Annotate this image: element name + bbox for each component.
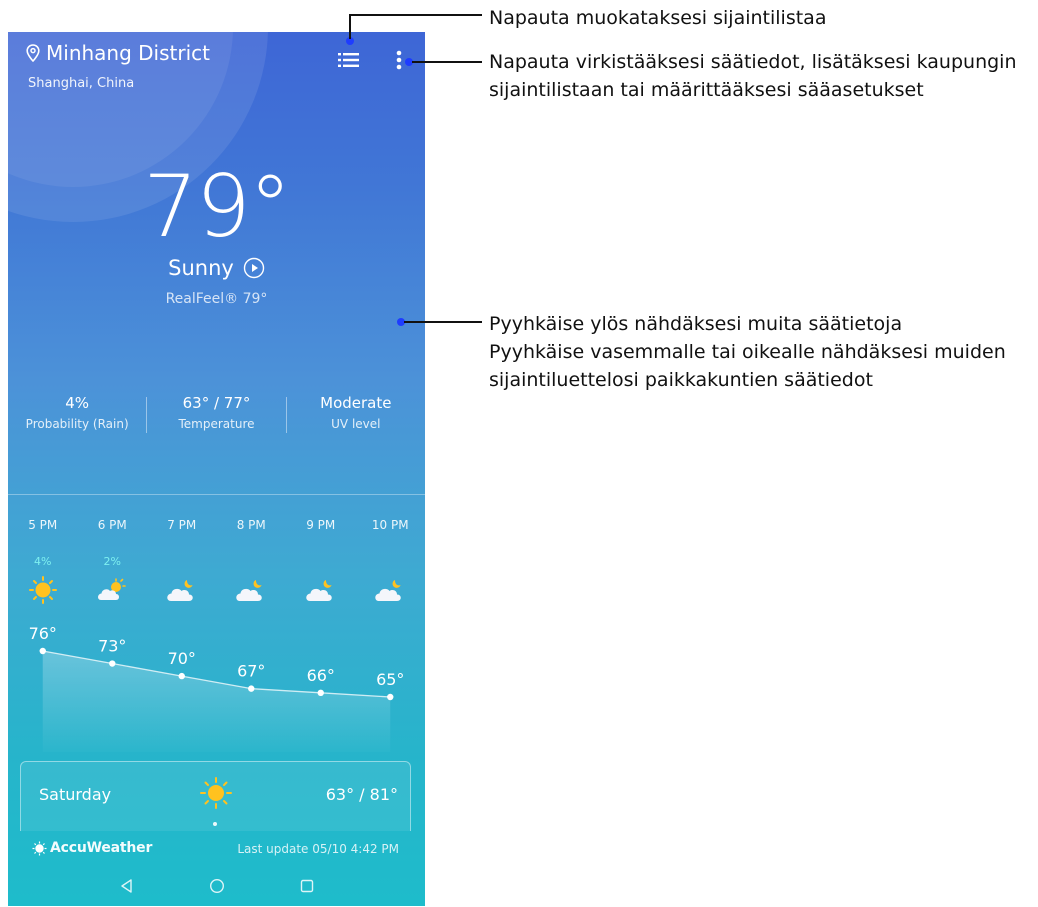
temperature-area — [42, 651, 391, 752]
temperature-point-label: 66° — [307, 666, 335, 685]
city-name: Minhang District — [46, 41, 210, 65]
temperature-point — [248, 685, 255, 692]
page-indicator-dot — [213, 822, 217, 826]
temperature-point-label: 76° — [29, 624, 57, 643]
hour-time: 9 PM — [306, 518, 336, 532]
realfeel-temperature: RealFeel® 79° — [165, 291, 268, 307]
temperature-point — [39, 647, 46, 655]
back-triangle-icon — [120, 878, 132, 893]
cloudy-moon-icon — [167, 580, 193, 601]
nav-recents-button[interactable] — [262, 878, 352, 894]
stat-value: 63° / 77° — [182, 394, 251, 412]
weather-stats: 4% Probability (Rain) 63° / 77° Temperat… — [8, 394, 425, 440]
temperature-point-label: 70° — [168, 649, 196, 668]
callout-line-swipe — [404, 321, 482, 323]
home-circle-icon — [209, 878, 224, 893]
more-vertical-icon[interactable] — [393, 49, 405, 71]
recents-square-icon — [300, 879, 313, 892]
hour-time: 8 PM — [236, 518, 266, 532]
accuweather-sun-icon — [32, 841, 47, 855]
stat-label: UV level — [331, 417, 381, 431]
stat-label: Temperature — [178, 417, 255, 431]
day-temperature-range: 63° / 81° — [325, 785, 398, 804]
hour-time: 10 PM — [371, 518, 409, 532]
cloudy-moon-icon — [375, 580, 401, 601]
hour-precip — [217, 555, 287, 568]
temperature-point — [387, 693, 394, 701]
hour-precip — [286, 555, 356, 568]
callout-menu-text-1: Napauta virkistääksesi säätiedot, lisätä… — [489, 51, 1017, 73]
accuweather-logo[interactable]: AccuWeather — [32, 840, 152, 856]
hour-precip — [356, 555, 426, 568]
hourly-icons — [8, 575, 425, 605]
temperature-point — [109, 660, 116, 667]
stat-uv-level: Moderate UV level — [287, 394, 425, 440]
stat-value: 4% — [65, 394, 90, 412]
city-region: Shanghai, China — [28, 76, 135, 91]
sunny-icon — [28, 576, 57, 604]
callout-swipe-text-3: sijaintiluettelosi paikkakuntien säätied… — [489, 369, 873, 391]
callout-list-text: Napauta muokataksesi sijaintilistaa — [489, 7, 827, 29]
callout-menu-text-2: sijaintilistaan tai määrittääksesi sääas… — [489, 79, 924, 101]
callout-line-menu — [412, 61, 482, 63]
stat-temperature-range: 63° / 77° Temperature — [147, 394, 285, 440]
play-circle-icon[interactable] — [243, 257, 265, 279]
temperature-point-label: 65° — [376, 670, 404, 689]
hour-precip — [147, 555, 217, 568]
hour-time: 5 PM — [28, 518, 58, 532]
partly-cloudy-icon — [98, 578, 127, 600]
section-divider — [8, 494, 425, 495]
accuweather-brand: AccuWeather — [50, 840, 153, 856]
cloudy-moon-icon — [306, 580, 332, 601]
hourly-precipitation: 4% 2% — [8, 555, 425, 568]
hour-precip: 2% — [103, 555, 121, 568]
callout-line-list-vertical — [349, 14, 351, 39]
nav-home-button[interactable] — [172, 878, 262, 894]
daily-forecast-card[interactable]: Saturday 63° / 81° — [20, 761, 411, 831]
temperature-point-label: 67° — [237, 662, 265, 681]
callout-swipe-text-1: Pyyhkäise ylös nähdäksesi muita säätieto… — [489, 313, 903, 335]
callout-line-list — [350, 14, 482, 16]
hourly-temperature-graph: 76° 73° 70° 67° 66° 65° — [29, 624, 404, 752]
callout-swipe-text-2: Pyyhkäise vasemmalle tai oikealle nähdäk… — [489, 341, 1006, 363]
current-temperature: 79° — [143, 157, 292, 258]
cloudy-moon-icon — [236, 580, 262, 601]
sunny-icon — [200, 777, 232, 809]
temperature-point — [317, 689, 324, 697]
day-name: Saturday — [39, 785, 112, 804]
hour-precip: 4% — [34, 555, 52, 568]
temperature-point-label: 73° — [98, 637, 126, 656]
weather-app-screen[interactable]: Minhang District Shanghai, China 79° Sun… — [8, 32, 425, 906]
hour-time: 7 PM — [167, 518, 197, 532]
current-condition: Sunny — [168, 256, 234, 280]
location-list-icon[interactable] — [338, 52, 360, 68]
stat-value: Moderate — [320, 394, 392, 412]
nav-back-button[interactable] — [82, 878, 172, 894]
last-update-time: Last update 05/10 4:42 PM — [237, 842, 399, 856]
stat-label: Probability (Rain) — [25, 417, 129, 431]
condition-row: Sunny — [8, 256, 425, 280]
hour-time: 6 PM — [97, 518, 127, 532]
temperature-point — [178, 672, 185, 680]
hourly-times[interactable]: 5 PM 6 PM 7 PM 8 PM 9 PM 10 PM — [8, 518, 425, 532]
system-navigation-bar — [8, 865, 425, 906]
stat-rain-probability: 4% Probability (Rain) — [8, 394, 146, 440]
location-header[interactable]: Minhang District Shanghai, China — [26, 41, 210, 91]
location-pin-icon — [26, 44, 40, 62]
